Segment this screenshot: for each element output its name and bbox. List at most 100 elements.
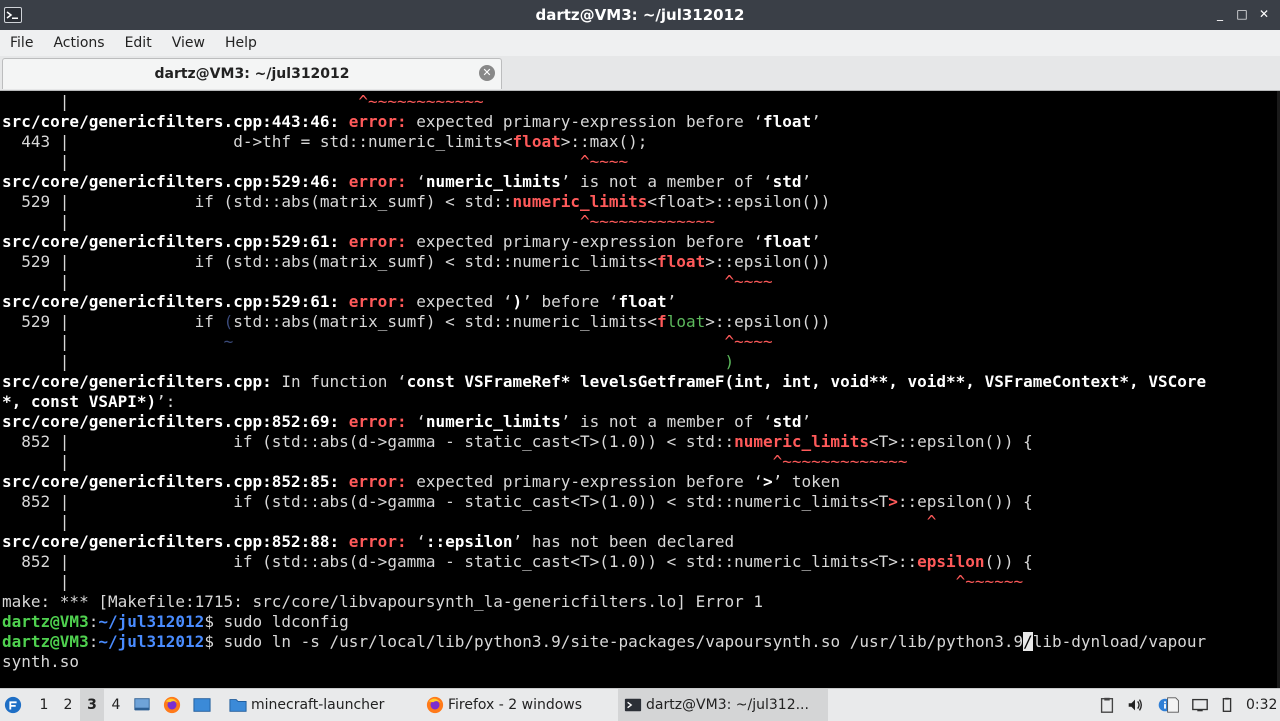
terminal-text-segment: >::epsilon()) xyxy=(705,312,831,331)
files-launcher[interactable] xyxy=(193,689,215,721)
terminal-line: 443 | d->thf = std::numeric_limits<float… xyxy=(2,132,1206,152)
terminal-text-segment: error: xyxy=(348,472,417,491)
terminal-line: 852 | if (std::abs(d->gamma - static_cas… xyxy=(2,552,1206,572)
menu-view[interactable]: View xyxy=(162,35,215,51)
close-icon[interactable]: ✕ xyxy=(1256,6,1272,22)
menu-actions[interactable]: Actions xyxy=(43,35,114,51)
terminal-text-segment: numeric_limits xyxy=(512,192,648,211)
terminal-text-segment: ‘ xyxy=(416,412,426,431)
firefox-launcher[interactable] xyxy=(163,689,185,721)
terminal-text-segment: expected primary-expression before ‘ xyxy=(416,112,763,131)
terminal-text-segment: ^~~~~~~~~~~~~~ xyxy=(772,452,908,471)
tray-clipboard[interactable] xyxy=(1098,689,1120,721)
tray-files[interactable] xyxy=(1164,689,1186,721)
terminal-text-segment: expected ‘ xyxy=(416,292,513,311)
application-menu-button[interactable] xyxy=(4,689,26,721)
terminal-cursor: / xyxy=(1023,632,1033,651)
terminal-text-segment: ) xyxy=(724,352,735,371)
terminal-text-segment: std xyxy=(772,412,802,431)
tray-power[interactable] xyxy=(1218,689,1240,721)
terminal-text-segment: ()) { xyxy=(984,552,1033,571)
terminal-text-segment: numeric_limits xyxy=(425,172,561,191)
firefox-icon xyxy=(426,696,444,714)
menu-file[interactable]: File xyxy=(0,35,43,51)
terminal-text-segment: ~ xyxy=(223,332,234,351)
terminal-line: src/core/genericfilters.cpp:529:61: erro… xyxy=(2,292,1206,312)
terminal-text-segment: ’ is not a member of ‘ xyxy=(560,412,773,431)
taskbar-button-minecraft-launcher[interactable]: minecraft-launcher xyxy=(223,689,390,721)
terminal-text-segment: float xyxy=(657,252,706,271)
terminal-text-segment: epsilon xyxy=(917,552,985,571)
desktop-icon xyxy=(134,698,150,711)
window-titlebar[interactable]: dartz@VM3: ~/jul312012 _ □ ✕ xyxy=(0,0,1280,30)
tray-volume[interactable] xyxy=(1126,689,1148,721)
terminal-line: 852 | if (std::abs(d->gamma - static_cas… xyxy=(2,432,1206,452)
minimize-icon[interactable]: _ xyxy=(1212,6,1228,22)
terminal-text-segment: | xyxy=(2,512,927,531)
terminal-line: | ) xyxy=(2,352,1206,372)
taskbar-button-label: minecraft-launcher xyxy=(251,697,385,713)
app-launcher-icon xyxy=(4,696,22,714)
terminal-text-segment: ~/jul312012 xyxy=(98,632,205,651)
terminal-line: src/core/genericfilters.cpp:529:61: erro… xyxy=(2,232,1206,252)
terminal-text-segment: | xyxy=(2,572,956,591)
clipboard-icon xyxy=(1100,697,1114,713)
clock[interactable]: 0:32 xyxy=(1246,689,1277,721)
terminal-text-segment: ~/jul312012 xyxy=(98,612,205,631)
terminal-text-segment: ’ before ‘ xyxy=(522,292,619,311)
menu-help[interactable]: Help xyxy=(215,35,267,51)
terminal-text-segment: ^~~~~ xyxy=(579,152,629,171)
tray-network[interactable] xyxy=(1191,689,1213,721)
terminal-text-segment: error: xyxy=(348,232,417,251)
workspace-4[interactable]: 4 xyxy=(104,689,128,721)
terminal-text-segment: float xyxy=(763,232,812,251)
terminal-line: | ^~~~~~~ xyxy=(2,572,1206,592)
taskbar-button-firefox[interactable]: Firefox - 2 windows xyxy=(420,689,588,721)
terminal-text-segment: std xyxy=(772,172,802,191)
terminal-text-segment: <T>::epsilon()) { xyxy=(868,432,1033,451)
terminal-text-segment: | xyxy=(2,352,725,371)
terminal-text-segment: $ sudo ldconfig xyxy=(204,612,349,631)
terminal-output[interactable]: | ^~~~~~~~~~~~~ src/core/genericfilters.c… xyxy=(0,91,1280,688)
terminal-text-segment: 852 | if (std::abs(d->gamma - static_cas… xyxy=(2,492,889,511)
terminal-text-segment: error: xyxy=(348,112,417,131)
power-icon xyxy=(1222,697,1232,712)
terminal-text-segment: >::epsilon()) xyxy=(705,252,831,271)
show-desktop-button[interactable] xyxy=(133,689,155,721)
terminal-line: 852 | if (std::abs(d->gamma - static_cas… xyxy=(2,492,1206,512)
terminal-text-segment: float xyxy=(512,132,561,151)
terminal-line: | ^~~~~ xyxy=(2,152,1206,172)
terminal-text-segment: In function ‘ xyxy=(281,372,407,391)
terminal-text-segment: ‘ xyxy=(416,172,426,191)
terminal-text-segment: >::max(); xyxy=(560,132,648,151)
terminal-text-segment: f xyxy=(657,312,667,331)
tab-close-icon[interactable]: ✕ xyxy=(479,65,495,81)
terminal-text-segment: : xyxy=(88,632,99,651)
terminal-line: 529 | if (std::abs(matrix_sumf) < std::n… xyxy=(2,312,1206,332)
window-title: dartz@VM3: ~/jul312012 xyxy=(535,6,745,24)
taskbar-button-label: dartz@VM3: ~/jul312... xyxy=(646,697,809,713)
terminal-text-segment: src/core/genericfilters.cpp:529:61: xyxy=(2,292,349,311)
terminal-text-segment: ’ xyxy=(801,172,812,191)
terminal-line: 529 | if (std::abs(matrix_sumf) < std::n… xyxy=(2,192,1206,212)
terminal-text-segment: | xyxy=(2,272,725,291)
document-icon xyxy=(1167,697,1179,713)
menu-edit[interactable]: Edit xyxy=(115,35,162,51)
taskbar-button-terminal[interactable]: dartz@VM3: ~/jul312... xyxy=(618,689,828,721)
terminal-text-segment: ( xyxy=(223,312,234,331)
workspace-2[interactable]: 2 xyxy=(56,689,80,721)
maximize-icon[interactable]: □ xyxy=(1234,6,1250,22)
workspace-3[interactable]: 3 xyxy=(80,689,104,721)
workspace-1[interactable]: 1 xyxy=(32,689,56,721)
terminal-text-segment: ^~~~~~~ xyxy=(955,572,1024,591)
terminal-text-segment: float xyxy=(763,112,812,131)
terminal-text-segment: ) xyxy=(512,292,523,311)
terminal-text-segment: 529 | if (std::abs(matrix_sumf) < std:: xyxy=(2,192,513,211)
terminal-text-segment: > xyxy=(763,472,773,491)
terminal-text-segment: ’ is not a member of ‘ xyxy=(560,172,773,191)
terminal-text-segment: src/core/genericfilters.cpp:529:61: xyxy=(2,232,349,251)
terminal-line: | ^~~~~~~~~~~~~ xyxy=(2,92,1206,112)
terminal-text-segment: make: *** [Makefile:1715: src/core/libva… xyxy=(2,592,763,611)
terminal-text-segment: ^~~~~ xyxy=(724,332,773,351)
tab-terminal[interactable]: dartz@VM3: ~/jul312012 ✕ xyxy=(2,58,502,89)
